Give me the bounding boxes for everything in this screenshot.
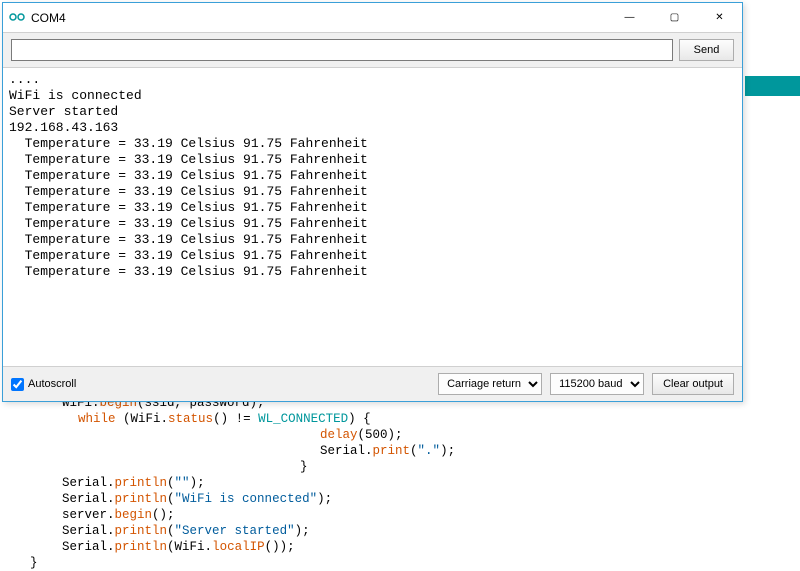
window-title: COM4	[31, 11, 607, 25]
maximize-button[interactable]: ▢	[652, 3, 697, 32]
titlebar[interactable]: COM4 — ▢ ✕	[3, 3, 742, 33]
clear-output-button[interactable]: Clear output	[652, 373, 734, 395]
serial-monitor-window: COM4 — ▢ ✕ Send .... WiFi is connected S…	[2, 2, 743, 402]
serial-input-bar: Send	[3, 33, 742, 68]
code-editor[interactable]: WiFi.begin(ssid, password);while (WiFi.s…	[0, 395, 800, 571]
autoscroll-checkbox[interactable]: Autoscroll	[11, 378, 76, 391]
send-button[interactable]: Send	[679, 39, 734, 61]
ide-toolbar-fragment	[745, 76, 800, 96]
window-controls: — ▢ ✕	[607, 3, 742, 32]
autoscroll-checkbox-input[interactable]	[11, 378, 24, 391]
baud-rate-select[interactable]: 115200 baud	[550, 373, 644, 395]
serial-bottom-bar: Autoscroll Carriage return 115200 baud C…	[3, 366, 742, 401]
autoscroll-label: Autoscroll	[28, 378, 76, 390]
minimize-button[interactable]: —	[607, 3, 652, 32]
close-button[interactable]: ✕	[697, 3, 742, 32]
line-ending-select[interactable]: Carriage return	[438, 373, 542, 395]
serial-console[interactable]: .... WiFi is connected Server started 19…	[3, 68, 742, 366]
arduino-icon	[9, 10, 25, 26]
serial-input[interactable]	[11, 39, 673, 61]
